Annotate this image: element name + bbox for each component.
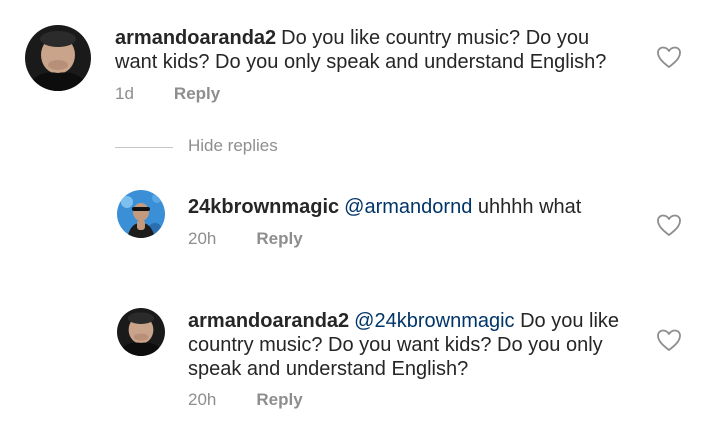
reply-button[interactable]: Reply <box>256 229 302 248</box>
comment-text: armandoaranda2 @24kbrownmagic Do you like… <box>188 309 628 381</box>
comment-meta: 20h Reply <box>188 390 303 410</box>
reply-button[interactable]: Reply <box>256 390 302 409</box>
avatar[interactable] <box>117 190 165 238</box>
avatar[interactable] <box>117 308 165 356</box>
comment-mention[interactable]: @24kbrownmagic <box>354 310 514 332</box>
comment-mention[interactable]: @armandornd <box>344 196 472 218</box>
comment-text: 24kbrownmagic @armandornd uhhhh what <box>188 195 638 219</box>
divider <box>115 147 173 148</box>
comment-username[interactable]: armandoaranda2 <box>188 310 349 332</box>
comment-timestamp: 20h <box>188 390 217 409</box>
comment-meta: 20h Reply <box>188 229 303 249</box>
comment-timestamp: 20h <box>188 229 217 248</box>
comment-meta: 1d Reply <box>115 84 220 104</box>
comment-timestamp: 1d <box>115 84 134 103</box>
avatar[interactable] <box>25 25 91 91</box>
comment-username[interactable]: armandoaranda2 <box>115 27 276 49</box>
comment-username[interactable]: 24kbrownmagic <box>188 196 339 218</box>
heart-outline-icon[interactable] <box>656 328 682 352</box>
reply-button[interactable]: Reply <box>174 84 220 103</box>
heart-outline-icon[interactable] <box>656 213 682 237</box>
hide-replies-button[interactable]: Hide replies <box>188 136 278 156</box>
heart-outline-icon[interactable] <box>656 45 682 69</box>
comment-text: armandoaranda2 Do you like country music?… <box>115 26 635 74</box>
comment-body: uhhhh what <box>477 196 582 218</box>
